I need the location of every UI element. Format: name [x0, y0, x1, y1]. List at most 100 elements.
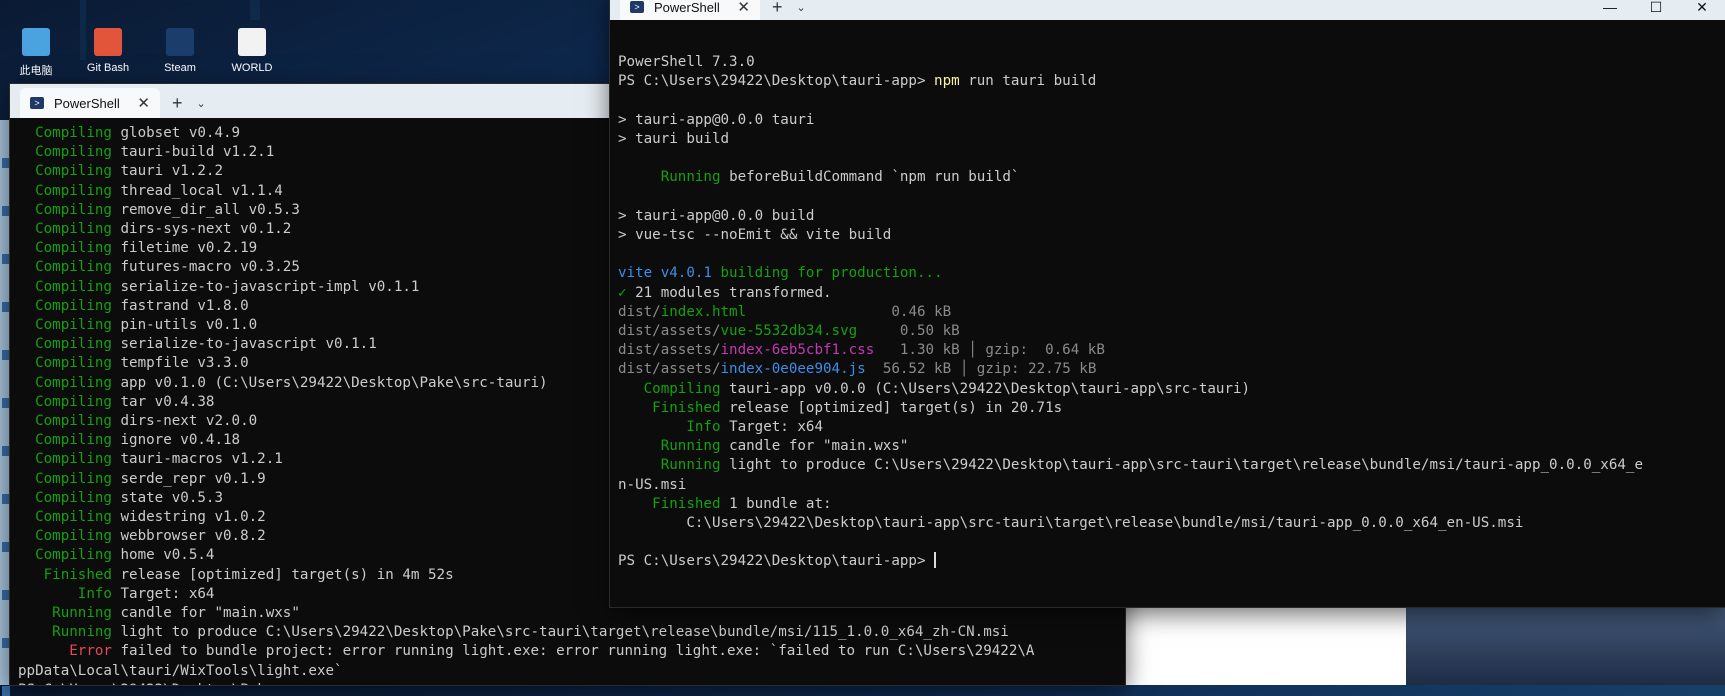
status-label: Compiling [35, 374, 112, 391]
before-build-text: beforeBuildCommand `npm run build` [729, 169, 1020, 186]
line-text: state v0.5.3 [120, 489, 224, 506]
status-label: Compiling [35, 297, 112, 314]
bundle-path: C:\Users\29422\Desktop\tauri-app\src-tau… [686, 515, 1524, 532]
light-text-wrap: n-US.msi [618, 476, 687, 493]
status-label: Compiling [35, 240, 112, 257]
desktop-icon[interactable]: Git Bash [72, 28, 144, 78]
line-text: remove_dir_all v0.5.3 [120, 201, 300, 218]
light-text: light to produce C:\Users\29422\Desktop\… [729, 457, 1644, 474]
dist-size: 0.50 kB [899, 323, 960, 340]
status-label: Compiling [35, 201, 112, 218]
status-label: Error [69, 643, 112, 660]
status-label: Compiling [35, 259, 112, 276]
line-text: app v0.1.0 (C:\Users\29422\Desktop\Pake\… [120, 374, 548, 391]
script-line: > tauri build [618, 131, 730, 148]
check-icon: ✓ [618, 284, 627, 301]
line-text: tar v0.4.38 [120, 393, 215, 410]
powershell-icon: > [30, 97, 44, 109]
tab-title: PowerShell [54, 95, 120, 111]
status-label: Compiling [35, 413, 112, 430]
status-label: Compiling [35, 163, 112, 180]
minimize-button[interactable]: — [1587, 0, 1633, 20]
vite-building: building for production... [711, 265, 943, 282]
line-text: tauri v1.2.2 [120, 163, 224, 180]
command-args: run tauri build [959, 73, 1097, 90]
line-text: filetime v0.2.19 [120, 240, 258, 257]
desktop-icon-label: 此电脑 [19, 65, 53, 77]
dist-size: 56.52 kB [882, 361, 952, 378]
dist-file: index.html [660, 303, 747, 320]
status-label: Compiling [35, 489, 112, 506]
status-label: Compiling [35, 393, 112, 410]
dist-file: index-6eb5cbf1.css [720, 342, 875, 359]
dist-dir: dist/assets/ [618, 361, 721, 378]
status-finished: Finished [652, 399, 721, 416]
desktop-icon[interactable]: Steam [144, 28, 216, 78]
line-text: tempfile v3.3.0 [120, 355, 249, 372]
tab-powershell[interactable]: > PowerShell ✕ [20, 88, 160, 118]
status-label: Compiling [35, 547, 112, 564]
tab-bar: > PowerShell ✕ + ⌄ — ☐ ✕ [610, 0, 1725, 20]
status-info: Info [686, 419, 721, 436]
close-window-button[interactable]: ✕ [1679, 0, 1725, 20]
line-text: webbrowser v0.8.2 [120, 528, 266, 545]
status-running: Running [660, 457, 721, 474]
window-controls: — ☐ ✕ [1587, 0, 1725, 20]
modules-text: 21 modules transformed. [626, 284, 832, 301]
status-label: Compiling [35, 470, 112, 487]
dist-dir: dist/assets/ [618, 342, 721, 359]
status-running: Running [660, 438, 721, 455]
vite-version: vite v4.0.1 [618, 265, 712, 282]
status-label: Compiling [35, 278, 112, 295]
dropdown-icon[interactable]: ⌄ [797, 1, 806, 14]
desktop-icon[interactable]: WORLD [216, 28, 288, 78]
terminal-window-right[interactable]: > PowerShell ✕ + ⌄ — ☐ ✕ PowerShell 7.3.… [610, 0, 1725, 607]
close-tab-icon[interactable]: ✕ [137, 94, 150, 112]
command-npm: npm [934, 73, 960, 90]
dist-gzip: gzip: 0.64 kB [985, 342, 1105, 359]
tab-actions: + ⌄ [172, 88, 206, 118]
dist-gzip: gzip: 22.75 kB [976, 361, 1097, 378]
line-text: ignore v0.4.18 [120, 432, 241, 449]
status-label: Running [52, 605, 112, 622]
tab-powershell[interactable]: > PowerShell ✕ [620, 0, 760, 20]
dropdown-icon[interactable]: ⌄ [197, 97, 206, 110]
line-text: light to produce C:\Users\29422\Desktop\… [120, 624, 1009, 641]
script-line: > vue-tsc --noEmit && vite build [618, 227, 892, 244]
powershell-icon: > [630, 1, 644, 13]
bundle-text: 1 bundle at: [729, 495, 832, 512]
line-text: home v0.5.4 [120, 547, 215, 564]
line-text: tauri-macros v1.2.1 [120, 451, 283, 468]
line-text: dirs-next v2.0.0 [120, 413, 258, 430]
terminal-line: ppData\Local\tauri/WixTools\light.exe` [18, 662, 343, 679]
status-label: Compiling [35, 432, 112, 449]
line-text: futures-macro v0.3.25 [120, 259, 300, 276]
desktop-icon-label: Steam [164, 62, 196, 74]
status-label: Compiling [35, 182, 112, 199]
status-compiling: Compiling [643, 380, 721, 397]
final-prompt: PS C:\Users\29422\Desktop\tauri-app> [618, 553, 926, 570]
maximize-button[interactable]: ☐ [1633, 0, 1679, 20]
line-text: widestring v1.0.2 [120, 509, 266, 526]
dist-size: 1.30 kB [899, 342, 960, 359]
line-text: candle for "main.wxs" [120, 605, 300, 622]
terminal-output[interactable]: PowerShell 7.3.0 PS C:\Users\29422\Deskt… [610, 28, 1725, 607]
line-text: fastrand v1.8.0 [120, 297, 249, 314]
desktop-icon-label: Git Bash [86, 62, 130, 74]
candle-text: candle for "main.wxs" [729, 438, 909, 455]
status-finished: Finished [652, 495, 721, 512]
desktop-icon[interactable]: 此电脑 [0, 28, 72, 78]
new-tab-button[interactable]: + [772, 0, 783, 18]
new-tab-button[interactable]: + [172, 93, 183, 114]
steam-icon [166, 28, 194, 56]
document-icon [238, 28, 266, 56]
line-text: pin-utils v0.1.0 [120, 317, 258, 334]
dist-file: index-0e0ee904.js [720, 361, 866, 378]
line-text: globset v0.4.9 [120, 125, 241, 141]
compile-text: tauri-app v0.0.0 (C:\Users\29422\Desktop… [729, 380, 1251, 397]
prompt: PS C:\Users\29422\Desktop\tauri-app> [618, 73, 926, 90]
tab-actions: + ⌄ [772, 0, 806, 20]
script-line: > tauri-app@0.0.0 tauri [618, 111, 815, 128]
close-tab-icon[interactable]: ✕ [737, 0, 750, 16]
line-text: serialize-to-javascript-impl v0.1.1 [120, 278, 420, 295]
